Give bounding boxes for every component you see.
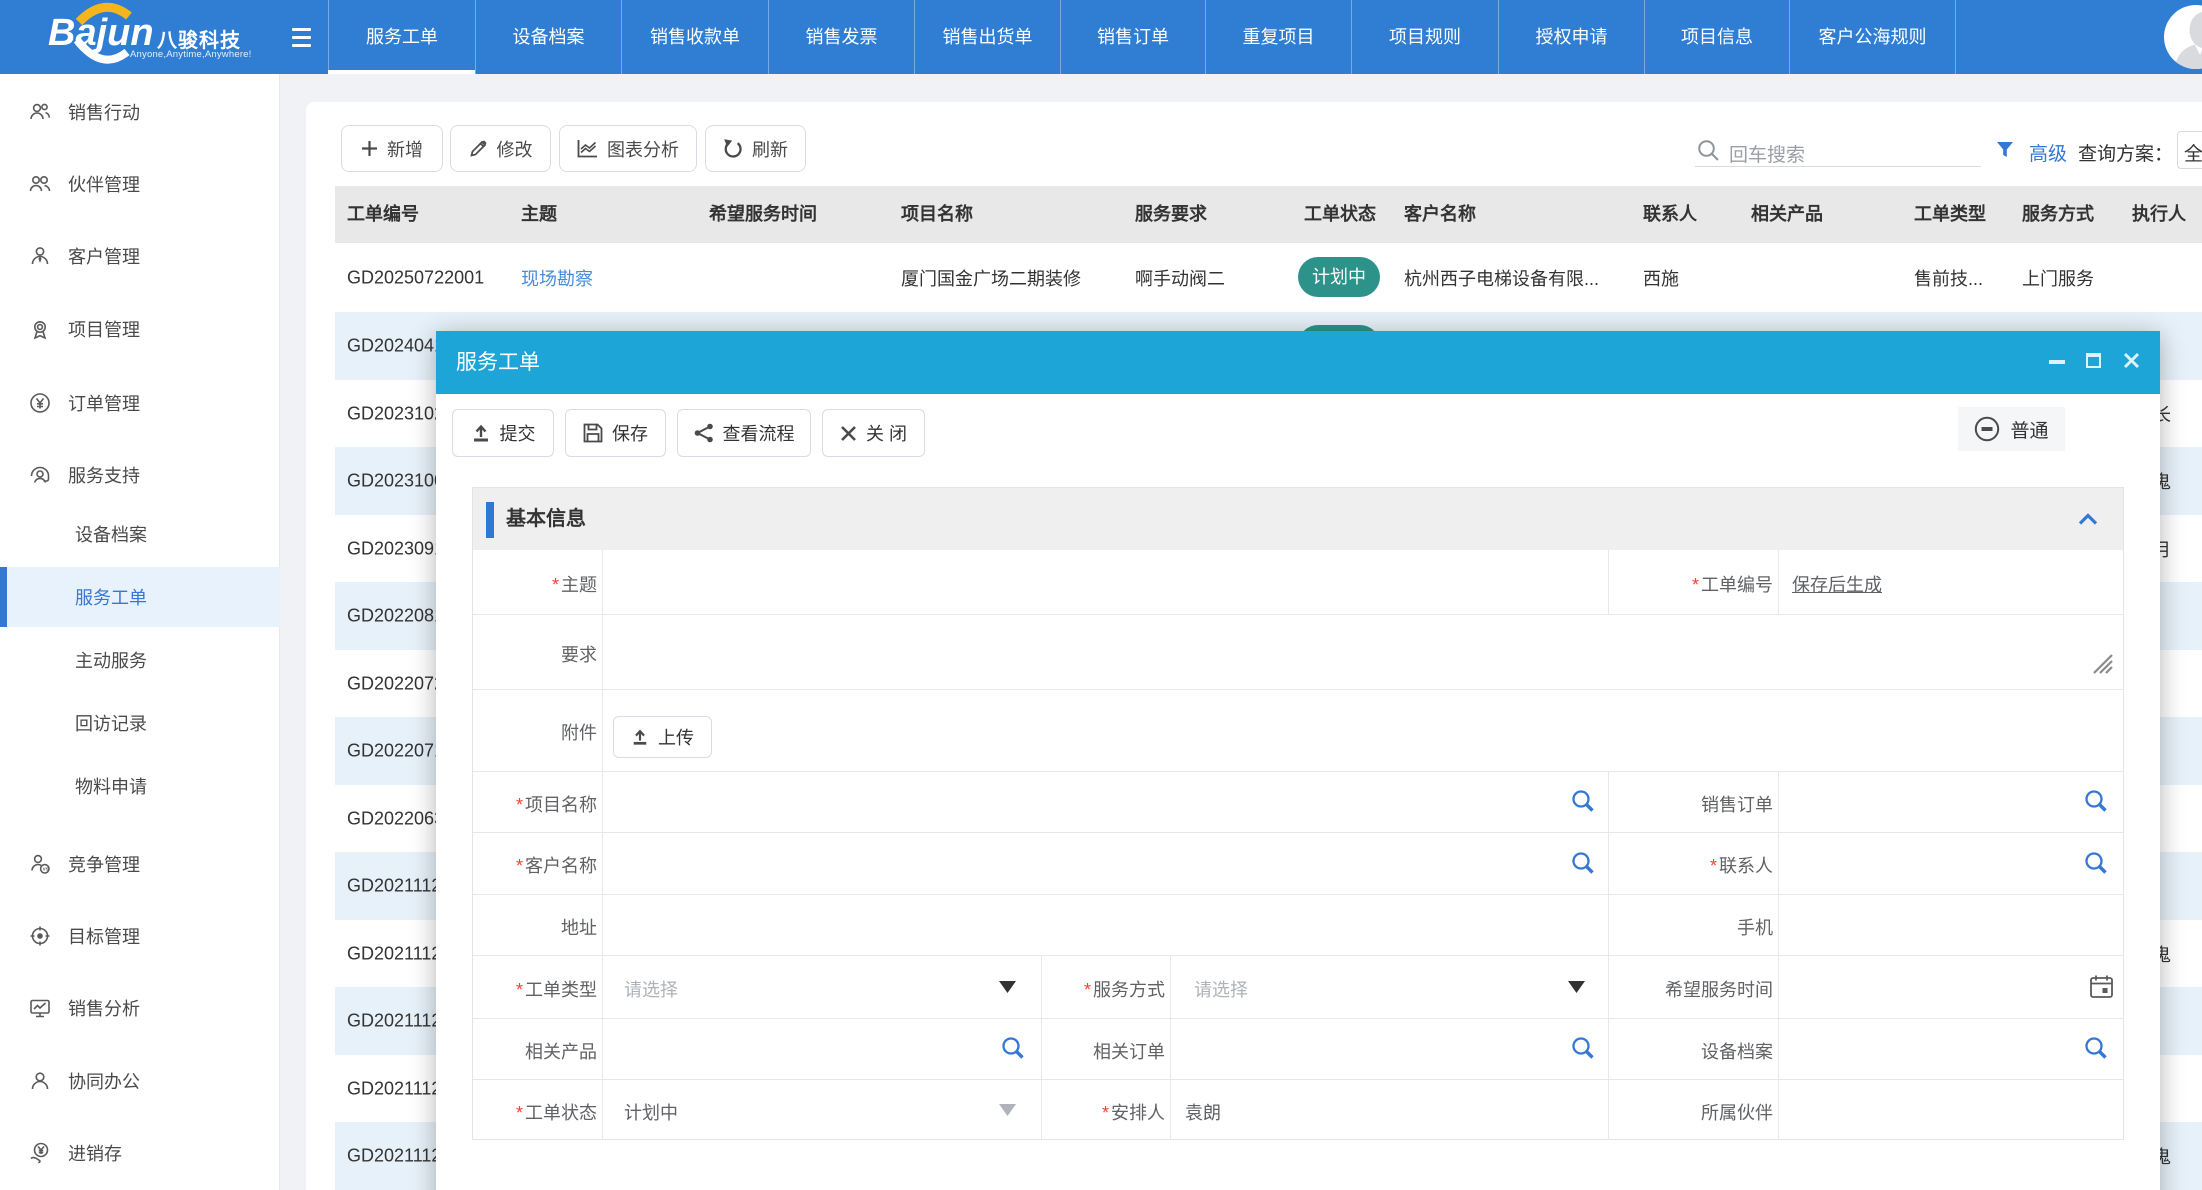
svg-text:VS: VS (43, 867, 49, 872)
